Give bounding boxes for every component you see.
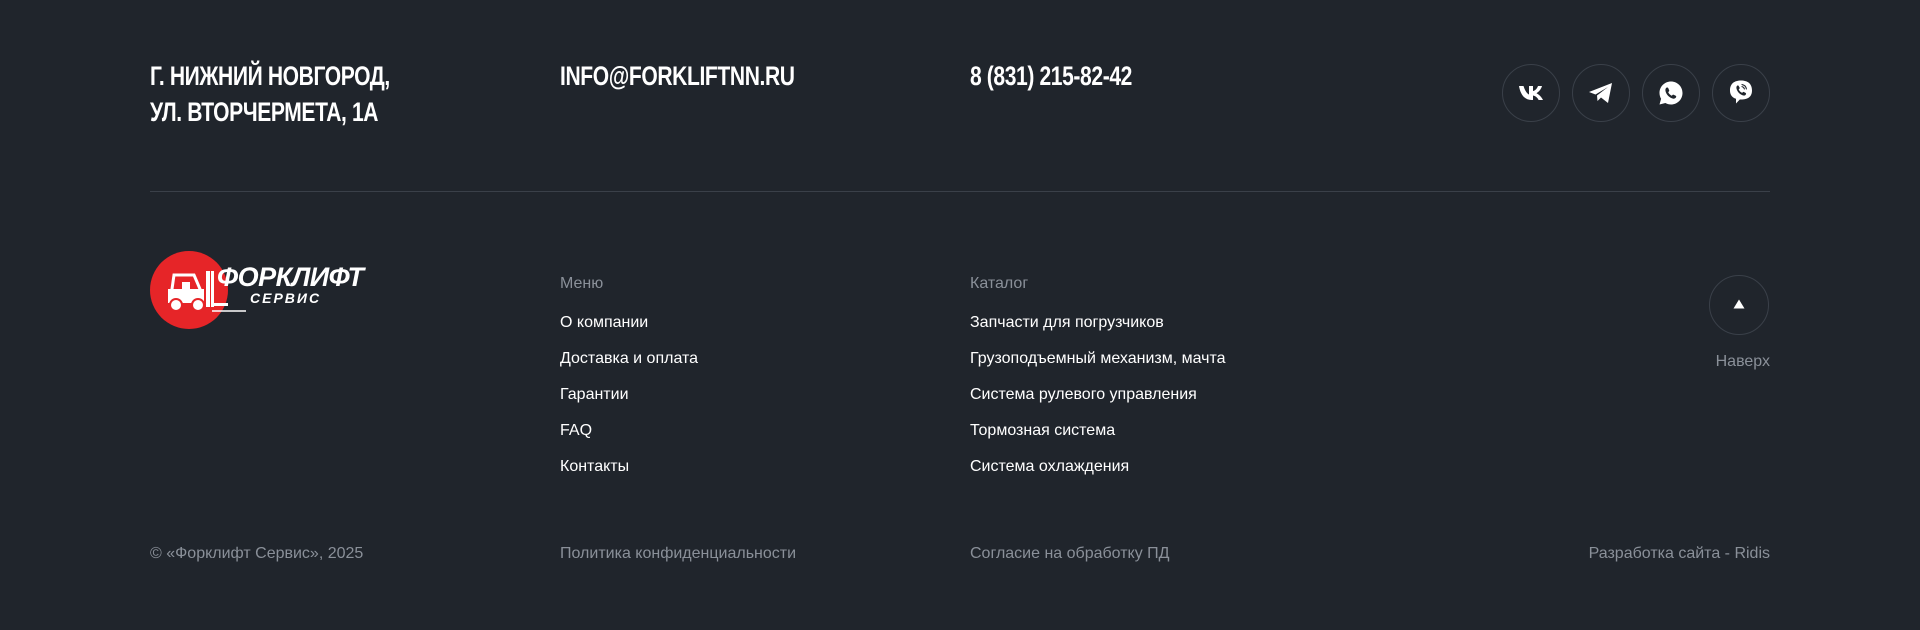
viber-icon (1728, 79, 1754, 107)
back-to-top-button[interactable] (1709, 275, 1769, 335)
catalog-item-cooling[interactable]: Система охлаждения (970, 456, 1226, 492)
catalog-list: Запчасти для погрузчиков Грузоподъемный … (970, 312, 1226, 492)
menu-list: О компании Доставка и оплата Гарантии FA… (560, 312, 698, 492)
whatsapp-button[interactable] (1642, 64, 1700, 122)
menu-item-guarantees[interactable]: Гарантии (560, 384, 698, 420)
catalog-item-lifting-mast[interactable]: Грузоподъемный механизм, мачта (970, 348, 1226, 384)
vk-icon (1518, 85, 1544, 101)
arrow-up-icon (1733, 296, 1745, 314)
footer-divider (150, 191, 1770, 192)
vk-button[interactable] (1502, 64, 1560, 122)
back-to-top-label[interactable]: Наверх (1716, 351, 1770, 373)
logo-subtitle: СЕРВИС (250, 290, 322, 306)
menu-heading: Меню (560, 275, 604, 292)
logo-title: ФОРКЛИФТ (217, 262, 364, 292)
menu-item-contacts[interactable]: Контакты (560, 456, 698, 492)
footer-logo[interactable]: ФОРКЛИФТ СЕРВИС (150, 251, 380, 331)
privacy-policy-link[interactable]: Политика конфиденциальности (560, 543, 796, 565)
menu-item-about[interactable]: О компании (560, 312, 698, 348)
developer-link[interactable]: Разработка сайта - Ridis (1589, 543, 1770, 565)
data-consent-link[interactable]: Согласие на обработку ПД (970, 543, 1170, 565)
phone-text[interactable]: 8 (831) 215-82-42 (970, 61, 1132, 91)
footer-address: г. Нижний Новгород, ул. Вторчермета, 1А (150, 58, 390, 130)
footer-email-link[interactable]: info@forkliftnn.ru (560, 58, 795, 94)
email-text[interactable]: info@forkliftnn.ru (560, 61, 795, 91)
viber-button[interactable] (1712, 64, 1770, 122)
copyright-text: © «Форклифт Сервис», 2025 (150, 545, 364, 562)
telegram-button[interactable] (1572, 64, 1630, 122)
site-footer: г. Нижний Новгород, ул. Вторчермета, 1А … (150, 0, 1770, 630)
menu-item-delivery[interactable]: Доставка и оплата (560, 348, 698, 384)
catalog-item-parts[interactable]: Запчасти для погрузчиков (970, 312, 1226, 348)
social-links (1502, 64, 1770, 122)
address-line-1: г. Нижний Новгород, (150, 61, 390, 91)
footer-phone-link[interactable]: 8 (831) 215-82-42 (970, 58, 1132, 94)
catalog-heading: Каталог (970, 275, 1029, 292)
menu-item-faq[interactable]: FAQ (560, 420, 698, 456)
catalog-item-steering[interactable]: Система рулевого управления (970, 384, 1226, 420)
back-to-top: Наверх (1708, 275, 1770, 370)
catalog-item-brakes[interactable]: Тормозная система (970, 420, 1226, 456)
telegram-icon (1588, 82, 1614, 104)
address-line-2: ул. Вторчермета, 1А (150, 97, 379, 127)
whatsapp-icon (1658, 80, 1684, 106)
